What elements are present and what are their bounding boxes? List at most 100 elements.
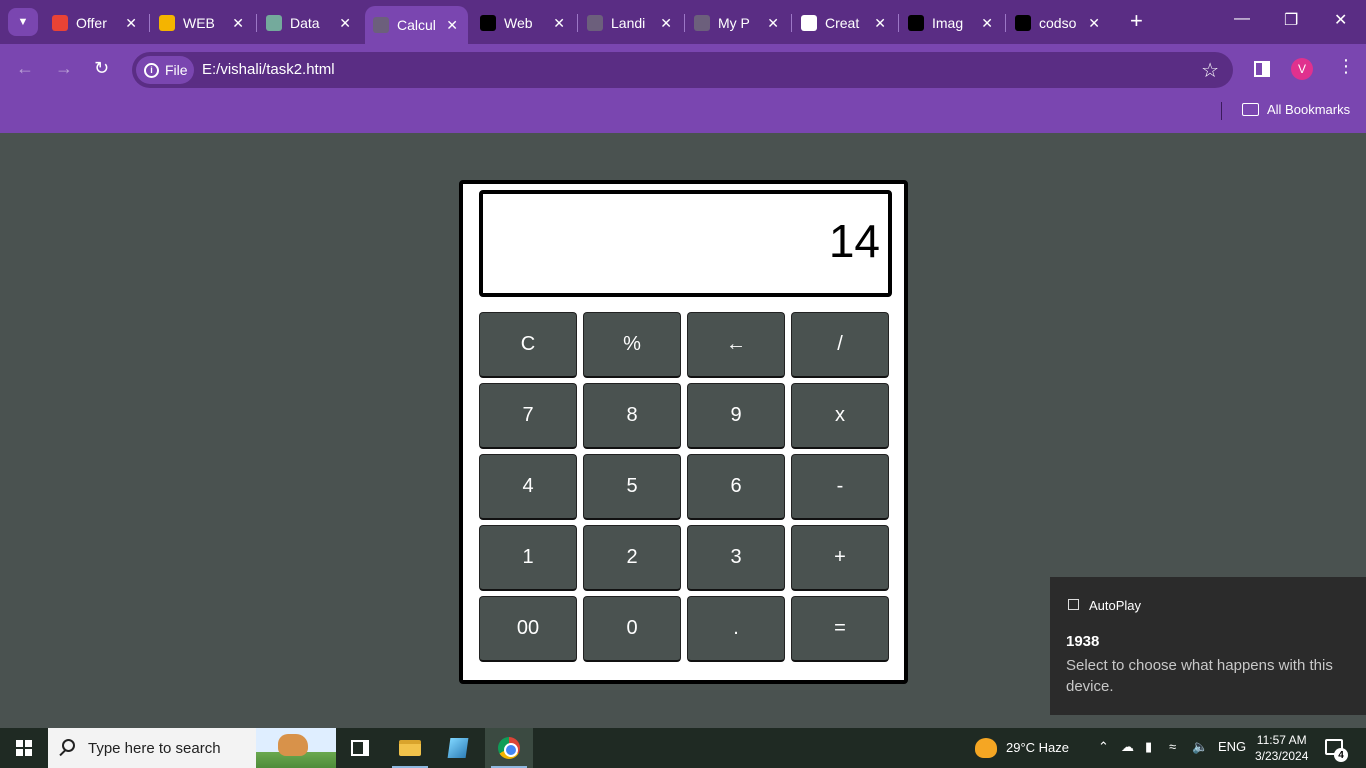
- github-icon: [1015, 15, 1031, 31]
- calc-key-18[interactable]: .: [687, 596, 785, 662]
- address-bar[interactable]: i File E:/vishali/task2.html ☆: [132, 52, 1233, 88]
- calc-key-16[interactable]: 00: [479, 596, 577, 662]
- tab-close-icon[interactable]: ✕: [125, 15, 137, 32]
- calc-key-10[interactable]: 6: [687, 454, 785, 520]
- tab-2[interactable]: Data ✕: [258, 7, 361, 39]
- tab-5[interactable]: Landi ✕: [579, 7, 682, 39]
- calc-key-14[interactable]: 3: [687, 525, 785, 591]
- tab-close-icon[interactable]: ✕: [553, 15, 565, 32]
- side-panel-icon[interactable]: [1254, 61, 1270, 77]
- calc-key-6[interactable]: 9: [687, 383, 785, 449]
- language-indicator[interactable]: ENG: [1218, 739, 1246, 754]
- tab-close-icon[interactable]: ✕: [339, 15, 351, 32]
- notification-title: 1938: [1066, 633, 1100, 650]
- clock[interactable]: 11:57 AM 3/23/2024: [1255, 732, 1308, 764]
- wifi-icon[interactable]: ≈: [1169, 739, 1176, 754]
- new-tab-button[interactable]: +: [1130, 10, 1143, 32]
- restore-button[interactable]: ❐: [1284, 10, 1298, 30]
- tab-3[interactable]: Calcul ✕: [365, 6, 468, 44]
- calc-key-12[interactable]: 1: [479, 525, 577, 591]
- tab-separator: [149, 14, 150, 32]
- site-info-chip[interactable]: i File: [136, 56, 194, 84]
- calc-key-8[interactable]: 4: [479, 454, 577, 520]
- corgi-icon: [278, 734, 308, 756]
- reload-icon[interactable]: ↻: [94, 58, 109, 79]
- calc-key-4[interactable]: 7: [479, 383, 577, 449]
- file-explorer-button[interactable]: [386, 728, 434, 768]
- task-view-icon[interactable]: [351, 740, 369, 756]
- chevron-up-icon[interactable]: ⌃: [1098, 739, 1109, 755]
- chrome-icon: [498, 737, 520, 759]
- tab-strip: ▼ Offer ✕ WEB ✕ Data ✕ Calcul ✕ Web ✕ Landi ✕ My P ✕ C…: [0, 0, 1366, 44]
- calc-key-9[interactable]: 5: [583, 454, 681, 520]
- tab-9[interactable]: codso ✕: [1007, 7, 1110, 39]
- tab-7[interactable]: Creat ✕: [793, 7, 896, 39]
- minimize-button[interactable]: —: [1234, 10, 1250, 28]
- tab-close-icon[interactable]: ✕: [446, 17, 458, 34]
- tab-close-icon[interactable]: ✕: [232, 15, 244, 32]
- all-bookmarks-button[interactable]: All Bookmarks: [1267, 102, 1350, 117]
- calc-key-0[interactable]: C: [479, 312, 577, 378]
- clock-time: 11:57 AM: [1256, 733, 1307, 747]
- tab-0[interactable]: Offer ✕: [44, 7, 147, 39]
- forward-arrow-icon[interactable]: →: [55, 58, 73, 79]
- tab-4[interactable]: Web ✕: [472, 7, 575, 39]
- tab-title: Offer: [76, 15, 107, 31]
- webflow-icon: [480, 15, 496, 31]
- globe-icon: [373, 17, 389, 33]
- calc-key-5[interactable]: 8: [583, 383, 681, 449]
- tab-1[interactable]: WEB ✕: [151, 7, 254, 39]
- onedrive-icon[interactable]: ☁: [1121, 739, 1134, 755]
- tab-title: Imag: [932, 15, 964, 31]
- bookmark-star-icon[interactable]: ☆: [1201, 58, 1219, 83]
- tab-close-icon[interactable]: ✕: [660, 15, 672, 32]
- bookmarks-bar: All Bookmarks: [0, 94, 1366, 133]
- calc-key-3[interactable]: /: [791, 312, 889, 378]
- calc-key-17[interactable]: 0: [583, 596, 681, 662]
- volume-icon[interactable]: 🔈: [1192, 739, 1208, 755]
- drive-icon: [159, 15, 175, 31]
- tab-search-button[interactable]: ▼: [8, 8, 38, 36]
- bookmarks-separator: [1221, 102, 1222, 120]
- chrome-app-button[interactable]: [485, 728, 533, 768]
- calc-key-2[interactable]: ←: [687, 312, 785, 378]
- calc-key-13[interactable]: 2: [583, 525, 681, 591]
- tab-title: WEB: [183, 15, 215, 31]
- windows-start-icon[interactable]: [16, 740, 32, 756]
- tab-close-icon[interactable]: ✕: [981, 15, 993, 32]
- tab-title: My P: [718, 15, 750, 31]
- menu-kebab-icon[interactable]: ⋮: [1337, 56, 1355, 77]
- close-window-button[interactable]: ✕: [1334, 10, 1347, 30]
- back-arrow-icon[interactable]: ←: [16, 58, 34, 79]
- calc-key-11[interactable]: -: [791, 454, 889, 520]
- taskbar-search[interactable]: Type here to search: [48, 728, 336, 768]
- tab-title: Data: [290, 15, 320, 31]
- tab-separator: [577, 14, 578, 32]
- gmail-icon: [52, 15, 68, 31]
- tab-close-icon[interactable]: ✕: [874, 15, 886, 32]
- globe-icon: [694, 15, 710, 31]
- calc-key-19[interactable]: =: [791, 596, 889, 662]
- tab-close-icon[interactable]: ✕: [767, 15, 779, 32]
- url-text[interactable]: E:/vishali/task2.html: [202, 61, 335, 78]
- tab-separator: [898, 14, 899, 32]
- tab-8[interactable]: Imag ✕: [900, 7, 1003, 39]
- tab-6[interactable]: My P ✕: [686, 7, 789, 39]
- weather-text[interactable]: 29°C Haze: [1006, 740, 1069, 755]
- notepad-icon: [447, 738, 469, 758]
- tab-separator: [256, 14, 257, 32]
- search-highlight-image: [256, 728, 336, 768]
- taskbar: Type here to search 29°C Haze ⌃ ☁ ▮ ≈ 🔈 …: [0, 728, 1366, 768]
- battery-icon[interactable]: ▮: [1145, 739, 1152, 755]
- weather-haze-icon[interactable]: [975, 738, 997, 758]
- profile-avatar[interactable]: V: [1291, 58, 1313, 80]
- calculator-display: 14: [479, 190, 892, 297]
- folder-icon[interactable]: [1242, 103, 1259, 116]
- notification-app-name: AutoPlay: [1089, 598, 1142, 613]
- calc-key-7[interactable]: x: [791, 383, 889, 449]
- tab-close-icon[interactable]: ✕: [1088, 15, 1100, 32]
- autoplay-notification[interactable]: AutoPlay 1938 Select to choose what happ…: [1050, 577, 1366, 715]
- calc-key-15[interactable]: +: [791, 525, 889, 591]
- calc-key-1[interactable]: %: [583, 312, 681, 378]
- notepad-app-button[interactable]: [434, 728, 482, 768]
